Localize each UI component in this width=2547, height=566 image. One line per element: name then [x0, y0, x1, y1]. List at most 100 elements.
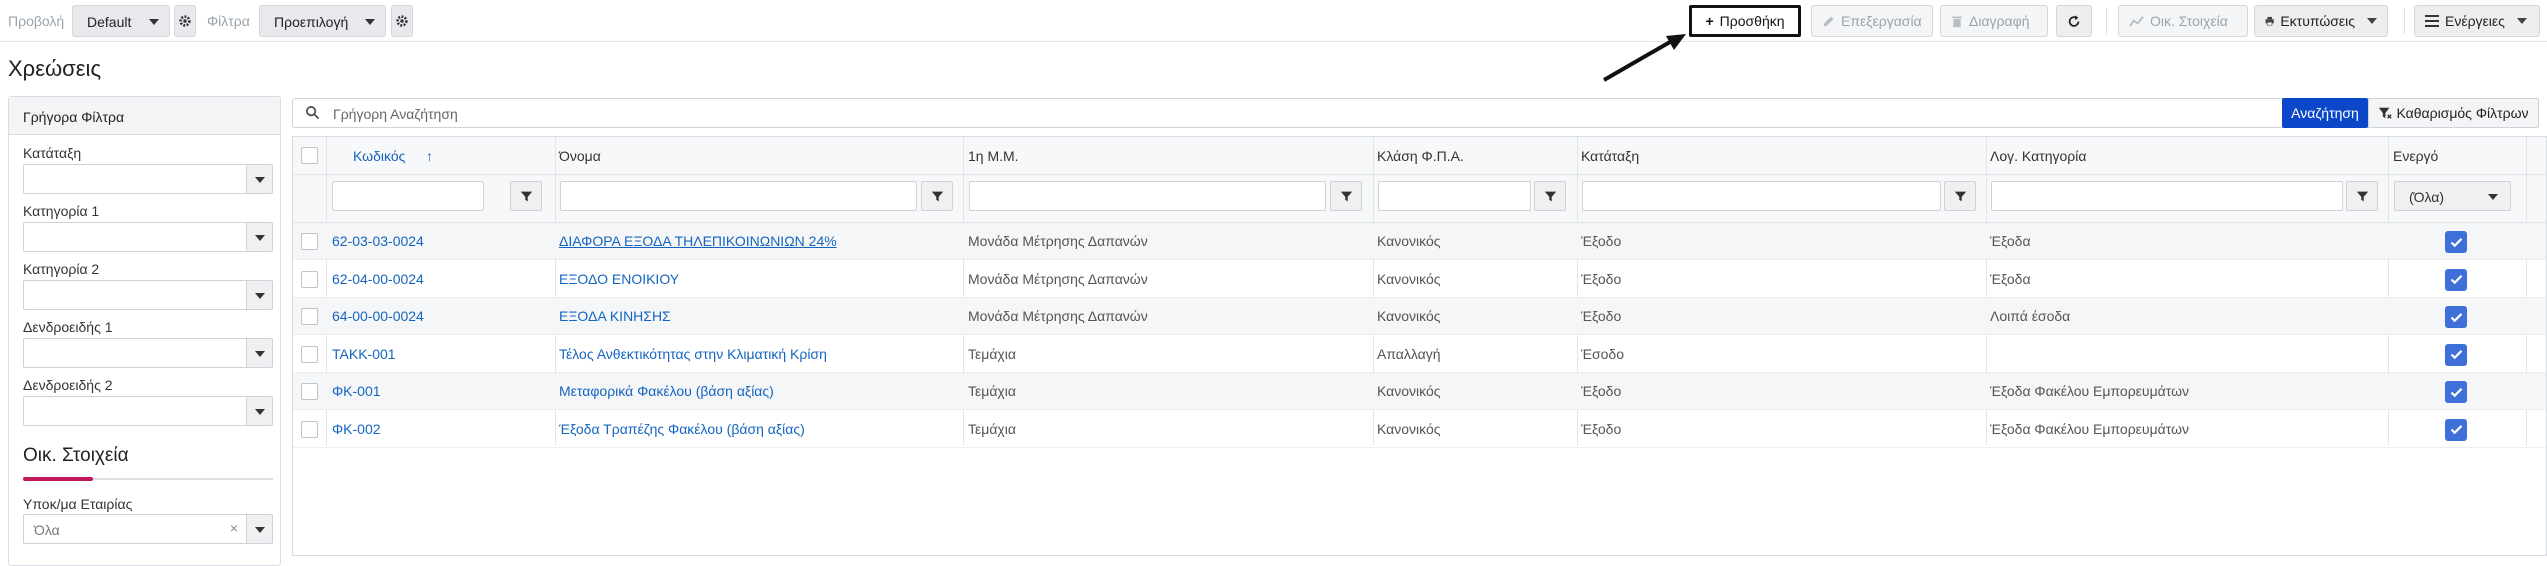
filter-button-name[interactable]: [921, 181, 953, 211]
cell-name[interactable]: Τέλος Ανθεκτικότητας στην Κλιματική Κρίσ…: [559, 346, 827, 362]
close-icon[interactable]: ×: [230, 520, 238, 536]
table-row[interactable]: ΤΑΚΚ-001 Τέλος Ανθεκτικότητας στην Κλιματ…: [293, 336, 2546, 373]
delete-button[interactable]: Διαγραφή: [1940, 5, 2048, 37]
financial-section-title: Οικ. Στοιχεία: [23, 445, 129, 466]
view-select[interactable]: Default: [72, 5, 170, 37]
cell-unit: Μονάδα Μέτρησης Δαπανών: [968, 270, 1148, 287]
chevron-down-icon[interactable]: [246, 223, 272, 251]
pencil-icon: [1823, 16, 1834, 26]
prints-button[interactable]: Εκτυπώσεις: [2254, 5, 2388, 37]
filter-select-classification[interactable]: [23, 164, 273, 194]
view-settings-button[interactable]: [174, 5, 196, 37]
clear-filters-button[interactable]: Καθαρισμός Φίλτρων: [2368, 98, 2539, 128]
quick-filters-title: Γρήγορα Φίλτρα: [9, 97, 280, 135]
table-row[interactable]: 62-03-03-0024 ΔΙΑΦΟΡΑ ΕΞΟΔΑ ΤΗΛΕΠΙΚΟΙΝΩΝΙ…: [293, 223, 2546, 260]
quick-search-input[interactable]: Γρήγορη Αναζήτηση: [292, 98, 2539, 128]
active-checkbox[interactable]: [2445, 306, 2467, 328]
filter-button-vat[interactable]: [1534, 181, 1566, 211]
cell-name[interactable]: Μεταφορικά Φακέλου (βάση αξίας): [559, 383, 774, 399]
filter-select-category-2[interactable]: [23, 280, 273, 310]
toolbar-divider: [2106, 8, 2107, 34]
add-button-label: Προσθήκη: [1719, 13, 1785, 29]
row-checkbox[interactable]: [301, 233, 318, 250]
column-header-name[interactable]: Όνομα: [559, 148, 601, 164]
table-row[interactable]: ΦΚ-002 Έξοδα Τραπέζης Φακέλου (βάση αξίας…: [293, 411, 2546, 448]
filter-settings-button[interactable]: [391, 5, 413, 37]
company-select[interactable]: Όλα ×: [23, 514, 273, 544]
filter-button-code[interactable]: [510, 181, 542, 211]
actions-button-label: Ενέργειες: [2445, 13, 2505, 29]
row-checkbox[interactable]: [301, 345, 318, 363]
chevron-down-icon[interactable]: [246, 165, 272, 193]
row-checkbox[interactable]: [301, 383, 318, 400]
filter-input-name[interactable]: [560, 181, 917, 211]
column-header-classification[interactable]: Κατάταξη: [1581, 148, 1639, 164]
row-checkbox[interactable]: [301, 420, 318, 438]
filter-input-unit[interactable]: [969, 181, 1326, 211]
filter-button-classification[interactable]: [1944, 181, 1976, 211]
company-select-value: Όλα: [34, 522, 60, 538]
menu-icon: [2425, 15, 2439, 27]
active-checkbox[interactable]: [2445, 231, 2467, 253]
cell-class: Έξοδο: [1581, 420, 1622, 437]
filter-input-category[interactable]: [1991, 181, 2343, 211]
column-header-code[interactable]: Κωδικός: [353, 148, 405, 164]
filter-input-code[interactable]: [332, 181, 484, 211]
actions-button[interactable]: Ενέργειες: [2414, 5, 2540, 37]
cell-name[interactable]: ΔΙΑΦΟΡΑ ΕΞΟΔΑ ΤΗΛΕΠΙΚΟΙΝΩΝΙΩΝ 24%: [559, 233, 837, 249]
cell-code[interactable]: ΦΚ-001: [332, 383, 381, 399]
filter-select-active[interactable]: (Όλα): [2394, 181, 2511, 211]
financial-button[interactable]: Οικ. Στοιχεία: [2118, 5, 2248, 37]
filter-icon: [1954, 191, 1966, 201]
check-icon: [2450, 387, 2462, 397]
cell-code[interactable]: ΤΑΚΚ-001: [332, 346, 396, 362]
check-icon: [2450, 275, 2462, 285]
column-header-active[interactable]: Ενεργό: [2393, 148, 2438, 164]
active-checkbox[interactable]: [2445, 418, 2467, 441]
cell-code[interactable]: ΦΚ-002: [332, 421, 381, 437]
active-checkbox[interactable]: [2445, 381, 2467, 403]
row-checkbox[interactable]: [301, 270, 318, 288]
active-checkbox[interactable]: [2445, 268, 2467, 291]
row-checkbox[interactable]: [301, 308, 318, 325]
cell-code[interactable]: 64-00-00-0024: [332, 308, 424, 324]
filter-select[interactable]: Προεπιλογή: [259, 5, 386, 37]
cell-class: Έξοδο: [1581, 270, 1622, 287]
cell-code[interactable]: 62-04-00-0024: [332, 271, 424, 287]
cell-code[interactable]: 62-03-03-0024: [332, 233, 424, 249]
cell-category: Έξοδα: [1990, 233, 2031, 249]
filter-select-tree-2[interactable]: [23, 396, 273, 426]
cell-class: Έξοδο: [1581, 233, 1622, 249]
filter-input-vat[interactable]: [1378, 181, 1531, 211]
column-header-category[interactable]: Λογ. Κατηγορία: [1990, 148, 2086, 164]
filter-button-unit[interactable]: [1330, 181, 1362, 211]
select-all-checkbox[interactable]: [301, 147, 318, 164]
column-header-unit[interactable]: 1η Μ.Μ.: [968, 148, 1019, 164]
edit-button-label: Επεξεργασία: [1841, 13, 1922, 29]
search-button[interactable]: Αναζήτηση: [2282, 98, 2368, 128]
cell-name[interactable]: ΕΞΟΔΑ ΚΙΝΗΣΗΣ: [559, 308, 671, 324]
chevron-down-icon[interactable]: [246, 515, 272, 543]
cell-name[interactable]: ΕΞΟΔΟ ΕΝΟΙΚΙΟΥ: [559, 271, 679, 287]
refresh-button[interactable]: [2056, 5, 2092, 37]
sort-ascending-icon[interactable]: ↑: [426, 148, 433, 164]
table-row[interactable]: ΦΚ-001 Μεταφορικά Φακέλου (βάση αξίας) Τεμ…: [293, 373, 2546, 410]
chart-line-icon: [2129, 15, 2144, 27]
chevron-down-icon[interactable]: [246, 397, 272, 425]
add-button[interactable]: + Προσθήκη: [1689, 5, 1801, 37]
section-divider: [23, 477, 273, 481]
table-row[interactable]: 62-04-00-0024 ΕΞΟΔΟ ΕΝΟΙΚΙΟΥ Μονάδα Μέτρησ…: [293, 261, 2546, 298]
table-row[interactable]: 64-00-00-0024 ΕΞΟΔΑ ΚΙΝΗΣΗΣ Μονάδα Μέτρηση…: [293, 298, 2546, 335]
cell-unit: Μονάδα Μέτρησης Δαπανών: [968, 308, 1148, 324]
column-header-vat[interactable]: Κλάση Φ.Π.Α.: [1377, 148, 1464, 164]
edit-button[interactable]: Επεξεργασία: [1811, 5, 1933, 37]
filter-input-classification[interactable]: [1582, 181, 1941, 211]
filter-button-category[interactable]: [2346, 181, 2378, 211]
active-checkbox[interactable]: [2445, 343, 2467, 366]
filter-select-tree-1[interactable]: [23, 338, 273, 368]
chevron-down-icon: [2516, 18, 2527, 24]
cell-name[interactable]: Έξοδα Τραπέζης Φακέλου (βάση αξίας): [559, 421, 805, 437]
filter-select-category-1[interactable]: [23, 222, 273, 252]
chevron-down-icon[interactable]: [246, 281, 272, 309]
chevron-down-icon[interactable]: [246, 339, 272, 367]
